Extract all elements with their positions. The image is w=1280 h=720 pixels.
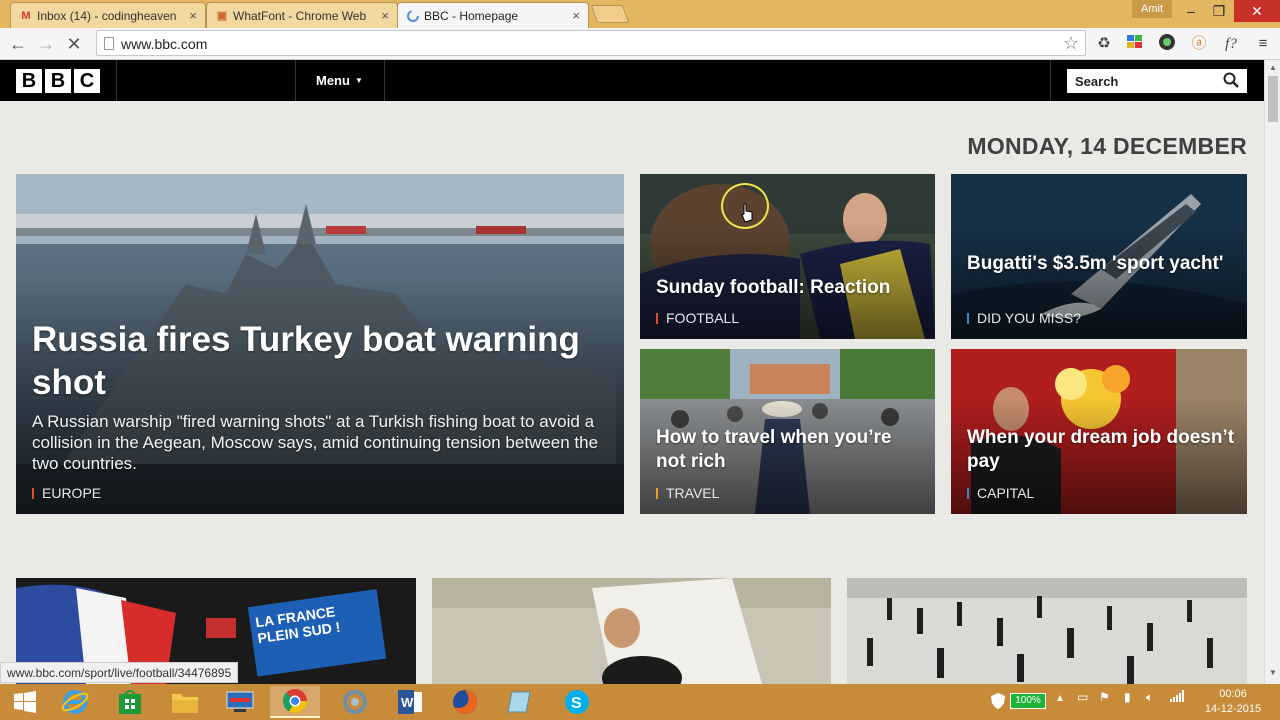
volume-icon[interactable]: 🔈︎ bbox=[1146, 690, 1153, 705]
tab-whatfont[interactable]: ▣ WhatFont - Chrome Web × bbox=[206, 2, 398, 28]
scroll-down-icon[interactable]: ▼ bbox=[1269, 668, 1277, 677]
recycle-extension-icon[interactable]: ♻ bbox=[1093, 33, 1115, 55]
maximize-button[interactable]: ❐ bbox=[1206, 0, 1232, 22]
clock-time: 00:06 bbox=[1219, 688, 1247, 700]
page-date: MONDAY, 14 DECEMBER bbox=[967, 133, 1247, 159]
header-divider bbox=[295, 60, 296, 101]
chrome-menu-icon[interactable]: ≡ bbox=[1252, 33, 1274, 55]
header-divider bbox=[384, 60, 385, 101]
url-text: www.bbc.com bbox=[121, 36, 208, 52]
svg-text:S: S bbox=[571, 695, 582, 712]
network-signal-icon[interactable] bbox=[1170, 690, 1184, 705]
gmail-icon: M bbox=[21, 10, 31, 22]
browser-tab-strip: M Inbox (14) - codingheaven × ▣ WhatFont… bbox=[0, 0, 1280, 29]
skype-icon[interactable]: S bbox=[552, 686, 602, 718]
font-question-icon[interactable]: f? bbox=[1220, 33, 1242, 55]
lenovo-icon[interactable] bbox=[215, 686, 265, 718]
story-capital-tag[interactable]: CAPITAL bbox=[967, 485, 1034, 501]
shield-icon[interactable] bbox=[990, 692, 1006, 713]
address-bar[interactable]: www.bbc.com ☆ bbox=[96, 30, 1086, 56]
tab-title: BBC - Homepage bbox=[424, 9, 519, 23]
page-icon bbox=[104, 37, 114, 50]
story-travel[interactable]: How to travel when you’re not rich TRAVE… bbox=[640, 349, 935, 514]
page-scrollbar[interactable]: ▲ ▼ bbox=[1264, 60, 1280, 684]
clock-date: 14-12-2015 bbox=[1204, 703, 1262, 715]
story-travel-tag[interactable]: TRAVEL bbox=[656, 485, 719, 501]
forward-button[interactable]: → bbox=[34, 32, 58, 56]
story-bugatti-tag[interactable]: DID YOU MISS? bbox=[967, 310, 1081, 326]
logo-letter: C bbox=[74, 69, 100, 93]
tab-close-icon[interactable]: × bbox=[189, 8, 197, 23]
browser-toolbar: ← → ✕ www.bbc.com ☆ ♻ ⓐ f? ≡ bbox=[0, 28, 1280, 60]
story-capital[interactable]: When your dream job doesn’t pay CAPITAL bbox=[951, 349, 1247, 514]
close-window-button[interactable]: ✕ bbox=[1234, 0, 1280, 22]
store-icon[interactable] bbox=[105, 686, 155, 718]
tab-title: Inbox (14) - codingheaven bbox=[37, 9, 177, 23]
scroll-up-icon[interactable]: ▲ bbox=[1269, 63, 1277, 72]
ballot-photo bbox=[432, 578, 831, 684]
bbc-logo[interactable]: B B C bbox=[16, 69, 100, 93]
caret-down-icon: ▼ bbox=[354, 76, 363, 85]
webstore-icon: ▣ bbox=[216, 10, 228, 22]
app-icon[interactable] bbox=[330, 686, 380, 718]
story-football[interactable]: Sunday football: Reaction FOOTBALL bbox=[640, 174, 935, 339]
windows-start-icon[interactable] bbox=[0, 686, 50, 718]
windows-taskbar: W S 100% ▲ ▭ ⚑ ▮ 🔈︎ 00:06 14-12-2015 bbox=[0, 684, 1280, 720]
story-bugatti[interactable]: Bugatti's $3.5m 'sport yacht' DID YOU MI… bbox=[951, 174, 1247, 339]
power-icon[interactable]: ▮ bbox=[1124, 690, 1131, 704]
firefox-icon[interactable] bbox=[440, 686, 490, 718]
file-explorer-icon[interactable] bbox=[160, 686, 210, 718]
logo-letter: B bbox=[16, 69, 42, 93]
story-main-headline[interactable]: Russia fires Turkey boat warning shot bbox=[32, 318, 612, 404]
notes-icon[interactable] bbox=[495, 686, 545, 718]
flag-icon[interactable]: ⚑ bbox=[1099, 690, 1110, 704]
internet-explorer-icon[interactable] bbox=[50, 686, 100, 718]
tab-bbc[interactable]: BBC - Homepage × bbox=[397, 2, 589, 29]
loading-spinner-icon bbox=[406, 9, 420, 23]
monitor-icon[interactable]: ▭ bbox=[1077, 690, 1088, 704]
show-hidden-icons[interactable]: ▲ bbox=[1055, 693, 1065, 704]
stop-loading-button[interactable]: ✕ bbox=[62, 32, 86, 56]
search-box bbox=[1067, 69, 1247, 93]
chrome-icon[interactable] bbox=[270, 686, 320, 718]
circle-extension-icon[interactable] bbox=[1156, 33, 1178, 55]
search-icon[interactable] bbox=[1223, 72, 1239, 88]
system-clock[interactable]: 00:06 14-12-2015 bbox=[1198, 687, 1268, 717]
profile-user-badge[interactable]: Amit bbox=[1132, 0, 1172, 18]
bbc-header: B B C Menu ▼ bbox=[0, 60, 1264, 101]
scrollbar-thumb[interactable] bbox=[1268, 76, 1278, 122]
story-ballot[interactable] bbox=[432, 578, 831, 684]
tab-close-icon[interactable]: × bbox=[381, 8, 389, 23]
svg-text:W: W bbox=[401, 695, 414, 710]
link-status-bubble: www.bbc.com/sport/live/football/34476895 bbox=[0, 662, 239, 683]
story-football-tag[interactable]: FOOTBALL bbox=[656, 310, 739, 326]
story-travel-headline[interactable]: How to travel when you’re not rich bbox=[656, 426, 926, 474]
crowd-photo bbox=[847, 578, 1247, 684]
back-button[interactable]: ← bbox=[6, 32, 30, 56]
whatfont-extension-icon[interactable]: ⓐ bbox=[1188, 33, 1210, 55]
story-football-headline[interactable]: Sunday football: Reaction bbox=[656, 276, 926, 299]
tab-gmail[interactable]: M Inbox (14) - codingheaven × bbox=[10, 2, 206, 28]
story-capital-headline[interactable]: When your dream job doesn’t pay bbox=[967, 426, 1237, 474]
search-input[interactable] bbox=[1067, 69, 1217, 93]
story-main-summary: A Russian warship "fired warning shots" … bbox=[32, 412, 599, 473]
windows-extension-icon[interactable] bbox=[1124, 33, 1146, 55]
word-icon[interactable]: W bbox=[385, 686, 435, 718]
header-divider bbox=[1050, 60, 1051, 101]
menu-label: Menu bbox=[316, 73, 350, 88]
story-crowd[interactable] bbox=[847, 578, 1247, 684]
battery-indicator[interactable]: 100% bbox=[1010, 693, 1046, 709]
hand-cursor-icon bbox=[741, 203, 753, 223]
header-divider bbox=[116, 60, 117, 101]
story-main[interactable]: Russia fires Turkey boat warning shot A … bbox=[16, 174, 624, 514]
menu-button[interactable]: Menu ▼ bbox=[316, 73, 363, 88]
tab-close-icon[interactable]: × bbox=[572, 8, 580, 23]
logo-letter: B bbox=[45, 69, 71, 93]
story-main-tag[interactable]: EUROPE bbox=[32, 485, 101, 501]
story-bugatti-headline[interactable]: Bugatti's $3.5m 'sport yacht' bbox=[967, 252, 1237, 276]
tab-title: WhatFont - Chrome Web bbox=[233, 9, 367, 23]
new-tab-button[interactable] bbox=[590, 5, 630, 23]
minimize-button[interactable]: – bbox=[1178, 0, 1204, 22]
bookmark-star-icon[interactable]: ☆ bbox=[1063, 33, 1079, 54]
